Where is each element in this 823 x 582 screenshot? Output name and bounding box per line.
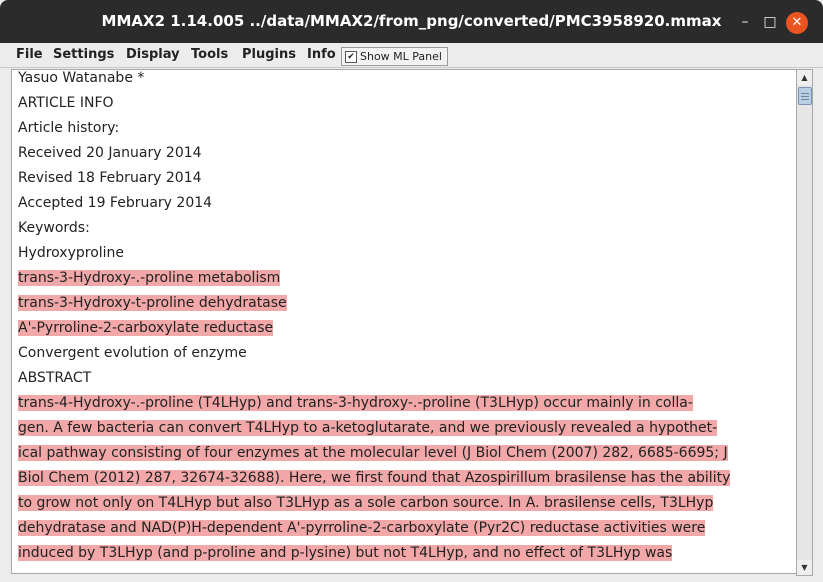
show-ml-panel-toggle[interactable]: ✔ Show ML Panel — [341, 47, 448, 66]
document-line[interactable]: dehydratase and NAD(P)H-dependent A'-pyr… — [18, 518, 706, 538]
vertical-scrollbar[interactable]: ▲ ▼ — [796, 69, 813, 576]
document-line[interactable]: trans-4-Hydroxy-.-proline (T4LHyp) and t… — [18, 393, 693, 413]
text-span[interactable]: Hydroxyproline — [18, 245, 124, 261]
menu-bar: File Settings Display Tools Plugins Info… — [0, 43, 823, 68]
markable-span[interactable]: induced by T3LHyp (and p-proline and p-l… — [18, 545, 673, 561]
markable-span[interactable]: A'-Pyrroline-2-carboxylate reductase — [18, 320, 274, 336]
document-line[interactable]: Hydroxyproline — [18, 243, 124, 263]
text-span[interactable]: Keywords: — [18, 220, 90, 236]
document-line[interactable]: Article history: — [18, 118, 119, 138]
menu-display[interactable]: Display — [126, 43, 180, 67]
document-line[interactable]: A'-Pyrroline-2-carboxylate reductase — [18, 318, 274, 338]
menu-plugins[interactable]: Plugins — [242, 43, 296, 67]
close-button[interactable]: ✕ — [786, 12, 808, 34]
document-line[interactable]: ARTICLE INFO — [18, 93, 114, 113]
text-span[interactable]: Article history: — [18, 120, 119, 136]
text-span[interactable]: Yasuo Watanabe * — [18, 70, 144, 86]
scroll-thumb[interactable] — [798, 87, 812, 105]
markable-span[interactable]: Biol Chem (2012) 287, 32674-32688). Here… — [18, 470, 731, 486]
document-line[interactable]: Convergent evolution of enzyme — [18, 343, 247, 363]
markable-span[interactable]: gen. A few bacteria can convert T4LHyp t… — [18, 420, 718, 436]
markable-span[interactable]: trans-4-Hydroxy-.-proline (T4LHyp) and t… — [18, 395, 693, 411]
document-line[interactable]: induced by T3LHyp (and p-proline and p-l… — [18, 543, 673, 563]
text-span[interactable]: Revised 18 February 2014 — [18, 170, 202, 186]
document-line[interactable]: Revised 18 February 2014 — [18, 168, 202, 188]
document-line[interactable]: trans-3-Hydroxy-.-proline metabolism — [18, 268, 281, 288]
document-line[interactable]: Received 20 January 2014 — [18, 143, 202, 163]
checkbox-checked-icon[interactable]: ✔ — [345, 51, 357, 63]
document-line[interactable]: Accepted 19 February 2014 — [18, 193, 212, 213]
markable-span[interactable]: trans-3-Hydroxy-t-proline dehydratase — [18, 295, 287, 311]
markable-span[interactable]: to grow not only on T4LHyp but also T3LH… — [18, 495, 714, 511]
document-line[interactable]: to grow not only on T4LHyp but also T3LH… — [18, 493, 714, 513]
menu-info[interactable]: Info — [307, 43, 336, 67]
markable-span[interactable]: dehydratase and NAD(P)H-dependent A'-pyr… — [18, 520, 706, 536]
text-span[interactable]: ARTICLE INFO — [18, 95, 114, 111]
minimize-button[interactable]: – — [734, 11, 756, 33]
show-ml-panel-label: Show ML Panel — [360, 50, 442, 63]
text-span[interactable]: Convergent evolution of enzyme — [18, 345, 247, 361]
markable-span[interactable]: ical pathway consisting of four enzymes … — [18, 445, 728, 461]
scroll-up-arrow-icon[interactable]: ▲ — [797, 70, 812, 85]
text-span[interactable]: Received 20 January 2014 — [18, 145, 202, 161]
thumb-grip — [801, 99, 809, 100]
document-line[interactable]: gen. A few bacteria can convert T4LHyp t… — [18, 418, 718, 438]
window-title: MMAX2 1.14.005 ../data/MMAX2/from_png/co… — [101, 12, 722, 30]
document-line[interactable]: ABSTRACT — [18, 368, 91, 388]
document-text-pane[interactable]: Yasuo Watanabe * ARTICLE INFO Article hist… — [11, 69, 797, 574]
thumb-grip — [801, 96, 809, 97]
markable-span[interactable]: trans-3-Hydroxy-.-proline metabolism — [18, 270, 281, 286]
menu-tools[interactable]: Tools — [191, 43, 228, 67]
menu-file[interactable]: File — [16, 43, 43, 67]
document-line[interactable]: Keywords: — [18, 218, 90, 238]
menu-settings[interactable]: Settings — [53, 43, 114, 67]
text-span[interactable]: ABSTRACT — [18, 370, 91, 386]
title-bar: MMAX2 1.14.005 ../data/MMAX2/from_png/co… — [0, 0, 823, 43]
maximize-button[interactable]: □ — [759, 11, 781, 33]
document-line[interactable]: ical pathway consisting of four enzymes … — [18, 443, 728, 463]
document-line[interactable]: Biol Chem (2012) 287, 32674-32688). Here… — [18, 468, 731, 488]
scroll-down-arrow-icon[interactable]: ▼ — [797, 560, 812, 575]
text-span[interactable]: Accepted 19 February 2014 — [18, 195, 212, 211]
thumb-grip — [801, 93, 809, 94]
document-line[interactable]: Yasuo Watanabe * — [18, 70, 144, 88]
document-line[interactable]: trans-3-Hydroxy-t-proline dehydratase — [18, 293, 287, 313]
